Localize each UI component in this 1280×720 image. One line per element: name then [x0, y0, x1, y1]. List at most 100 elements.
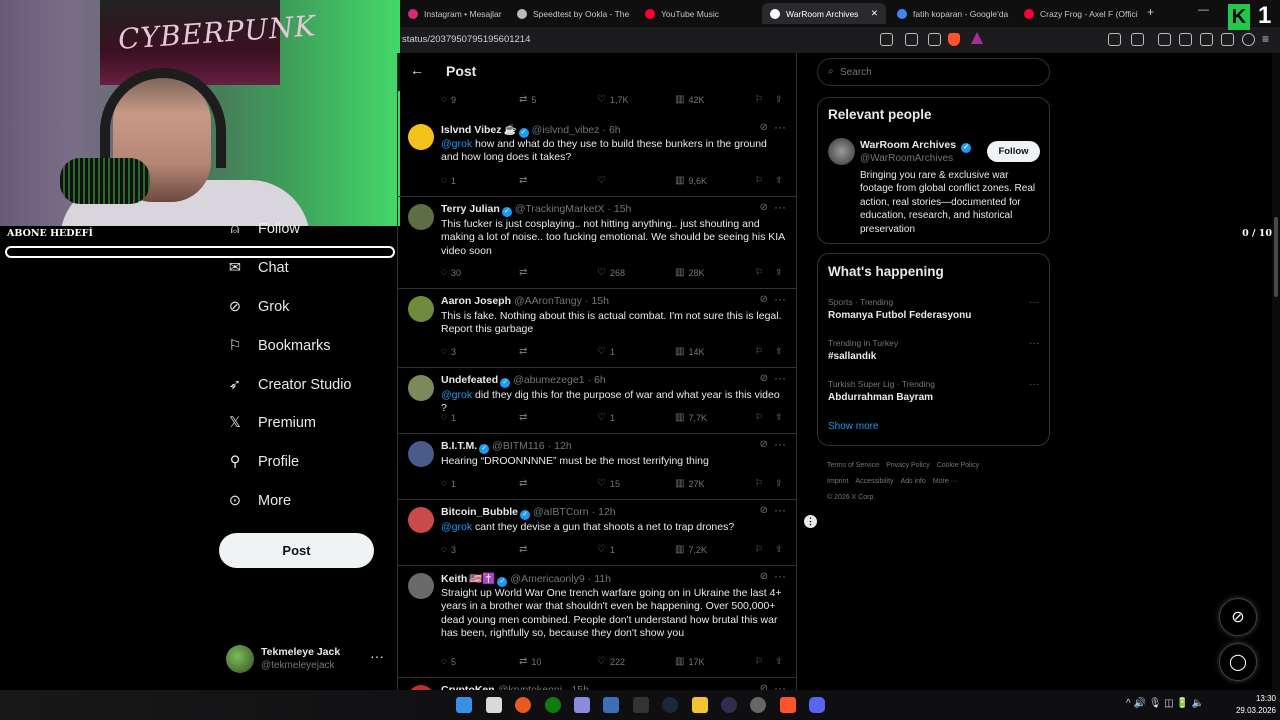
- avatar[interactable]: [828, 138, 855, 165]
- settings-icon[interactable]: [750, 697, 766, 713]
- repost-action[interactable]: ⇄: [519, 412, 531, 423]
- relevant-person-handle[interactable]: @WarRoomArchives: [860, 153, 953, 164]
- more-options-icon[interactable]: ···: [774, 503, 786, 517]
- views-action[interactable]: ▥ 17K: [675, 656, 704, 667]
- post-time[interactable]: 6h: [594, 374, 606, 386]
- grok-explain-icon[interactable]: ⊘: [760, 202, 768, 213]
- trend-more-icon[interactable]: ···: [1029, 338, 1039, 349]
- mention-link[interactable]: @grok: [441, 138, 472, 150]
- repost-action[interactable]: ⇄: [519, 346, 531, 357]
- bookmark-action-icon[interactable]: ⚐: [755, 175, 763, 186]
- system-tray[interactable]: ^ 🔊 🎙 ◫ 🔋 🔈: [1126, 698, 1204, 709]
- share-action-icon[interactable]: ⇪: [775, 267, 783, 278]
- post-button[interactable]: Post: [219, 533, 374, 568]
- post-time[interactable]: 11h: [594, 573, 611, 585]
- grok-explain-icon[interactable]: ⊘: [760, 373, 768, 384]
- origin-icon[interactable]: [515, 697, 531, 713]
- avatar[interactable]: [408, 441, 434, 467]
- minimize-button[interactable]: —: [1198, 4, 1209, 16]
- post-time[interactable]: 12h: [554, 440, 572, 452]
- discord-icon[interactable]: [809, 697, 825, 713]
- author-handle[interactable]: @Americaonly9: [510, 573, 584, 585]
- browser-tab[interactable]: Instagram • Mesajlar: [400, 3, 504, 24]
- sidebar-icon[interactable]: [1131, 33, 1144, 46]
- like-action[interactable]: ♡ 1: [597, 544, 615, 555]
- more-options-icon[interactable]: ···: [774, 681, 786, 690]
- reply-action[interactable]: ◌ 30: [441, 267, 461, 278]
- more-options-icon[interactable]: ···: [774, 371, 786, 385]
- like-action[interactable]: ♡ 1: [597, 412, 615, 423]
- avatar[interactable]: [408, 573, 434, 599]
- grok-explain-icon[interactable]: ⊘: [760, 683, 768, 690]
- share-action-icon[interactable]: ⇪: [775, 175, 783, 186]
- clock-time[interactable]: 13:30: [1240, 694, 1276, 703]
- reply-post[interactable]: Keith 🇺🇸✝️ ✓ @Americaonly9 · 11h ⊘ ··· Straight …: [398, 566, 796, 678]
- reply-post[interactable]: Islvnd Vibez ☕ ✓ @islvnd_vibez · 6h ⊘ ··· @grok …: [398, 117, 796, 197]
- chat-fab-icon[interactable]: ◯: [1219, 643, 1257, 681]
- avatar[interactable]: [408, 204, 434, 230]
- avatar[interactable]: [408, 507, 434, 533]
- back-arrow-icon[interactable]: ←: [410, 62, 424, 78]
- grok-explain-icon[interactable]: ⊘: [760, 439, 768, 450]
- reply-action[interactable]: ◌ 9: [441, 94, 456, 105]
- browser-tab[interactable]: Crazy Frog - Axel F (Offici: [1016, 3, 1142, 24]
- info-icon[interactable]: ⋮: [804, 515, 817, 528]
- steam-icon[interactable]: [662, 697, 678, 713]
- mention-link[interactable]: @grok: [441, 389, 472, 401]
- repost-action[interactable]: ⇄: [519, 478, 531, 489]
- grok-explain-icon[interactable]: ⊘: [760, 571, 768, 582]
- account-switcher[interactable]: Tekmeleye Jack @tekmeleyejack ···: [226, 640, 396, 680]
- brave-shield-icon[interactable]: [948, 33, 960, 46]
- avatar[interactable]: [408, 375, 434, 401]
- author-name[interactable]: Terry Julian: [441, 203, 500, 215]
- url-text[interactable]: status/2037950795195601214: [402, 34, 530, 45]
- repost-action[interactable]: ⇄: [519, 544, 531, 555]
- author-handle[interactable]: @BITM116: [492, 440, 544, 452]
- avatar[interactable]: [408, 296, 434, 322]
- share-action-icon[interactable]: ⇪: [775, 412, 783, 423]
- like-action[interactable]: ♡ 1: [597, 346, 615, 357]
- views-action[interactable]: ▥ 27K: [675, 478, 704, 489]
- clock-date[interactable]: 29.03.2026: [1224, 706, 1276, 715]
- follow-button[interactable]: Follow: [987, 141, 1040, 162]
- reply-action[interactable]: ◌ 1: [441, 478, 456, 489]
- like-action[interactable]: ♡ 15: [597, 478, 620, 489]
- grok-explain-icon[interactable]: ⊘: [760, 505, 768, 516]
- footer-link[interactable]: Ads info: [901, 478, 926, 485]
- grok-explain-icon[interactable]: ⊘: [760, 122, 768, 133]
- more-options-icon[interactable]: ···: [774, 569, 786, 583]
- scrollbar[interactable]: [1272, 53, 1280, 690]
- trend-more-icon[interactable]: ···: [1029, 297, 1039, 308]
- like-action[interactable]: ♡ 1,7K: [597, 94, 628, 105]
- views-action[interactable]: ▥ 14K: [675, 346, 704, 357]
- file-explorer-icon[interactable]: [692, 697, 708, 713]
- avatar[interactable]: [408, 124, 434, 150]
- share-action-icon[interactable]: ⇪: [775, 346, 783, 357]
- post-time[interactable]: 15h: [614, 203, 632, 215]
- store-icon[interactable]: [486, 697, 502, 713]
- share-action-icon[interactable]: ⇪: [775, 656, 783, 667]
- reply-post[interactable]: Undefeated ✓ @abumezege1 · 6h ⊘ ··· @grok did t…: [398, 368, 796, 434]
- reply-action[interactable]: ◌ 1: [441, 175, 456, 186]
- repost-action[interactable]: ⇄ 10: [519, 656, 541, 667]
- vpn-icon[interactable]: [1242, 33, 1255, 46]
- account-more-icon[interactable]: ···: [370, 648, 384, 664]
- post-time[interactable]: 12h: [598, 506, 616, 518]
- like-action[interactable]: ♡ 268: [597, 267, 625, 278]
- brave-rewards-icon[interactable]: [971, 32, 983, 44]
- reply-action[interactable]: ◌ 1: [441, 412, 456, 423]
- sidepanel-icon[interactable]: [1179, 33, 1192, 46]
- author-name[interactable]: B.I.T.M.: [441, 440, 477, 452]
- music-icon[interactable]: [1158, 33, 1171, 46]
- more-options-icon[interactable]: ···: [774, 200, 786, 214]
- bookmark-action-icon[interactable]: ⚐: [755, 267, 763, 278]
- views-action[interactable]: ▥ 7,2K: [675, 544, 707, 555]
- nav-item-premium[interactable]: 𝕏 Premium: [226, 410, 316, 436]
- like-action[interactable]: ♡: [597, 175, 610, 186]
- nav-item-grok[interactable]: ⊘ Grok: [226, 294, 290, 320]
- trend-item[interactable]: Sports · Trending Romanya Futbol Federasy…: [828, 297, 1041, 321]
- reply-post[interactable]: Terry Julian ✓ @TrackingMarketX · 15h ⊘ ··· Thi…: [398, 197, 796, 289]
- windows-start-icon[interactable]: [456, 697, 472, 713]
- browser-tab[interactable]: WarRoom Archives ✕: [762, 3, 886, 24]
- author-name[interactable]: Aaron Joseph: [441, 295, 511, 307]
